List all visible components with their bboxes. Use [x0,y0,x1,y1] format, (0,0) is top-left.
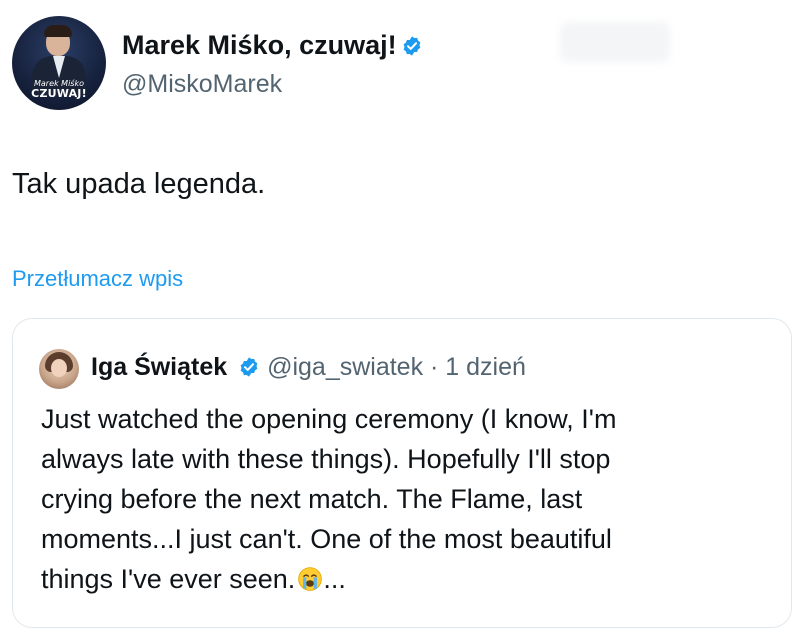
blurred-area [560,22,670,62]
quoted-verified-badge-icon [240,357,258,377]
loudly-crying-face-emoji-icon [298,567,323,591]
quoted-tweet-card[interactable]: Iga Świątek @iga_swiatek · 1 dzień Just … [12,318,792,628]
author-avatar[interactable]: Marek Miśko CZUWAJ! [12,16,106,110]
quoted-text-ellipsis: ... [323,564,346,594]
quoted-text-line-last: things I've ever seen. ... [41,559,771,599]
quoted-text-line: always late with these things). Hopefull… [41,444,611,474]
author-name-text: Marek Miśko, czuwaj! [122,30,397,60]
tweet-screenshot: Marek Miśko CZUWAJ! Marek Miśko, czuwaj!… [0,0,805,633]
translate-link[interactable]: Przetłumacz wpis [12,266,183,292]
tweet-text: Tak upada legenda. [12,168,266,200]
quoted-text-line: moments...I just can't. One of the most … [41,524,612,554]
quoted-author-avatar[interactable] [39,349,79,389]
avatar-caption-line2: CZUWAJ! [31,87,87,100]
author-handle[interactable]: @MiskoMarek [122,70,282,99]
quoted-tweet-meta: @iga_swiatek · 1 dzień [267,353,526,381]
author-name[interactable]: Marek Miśko, czuwaj! [122,30,423,61]
verified-badge-icon [403,36,420,56]
quoted-tweet-header: Iga Świątek @iga_swiatek · 1 dzień [91,353,526,382]
quoted-text-line: things I've ever seen. [41,564,296,594]
quoted-tweet-text: Just watched the opening ceremony (I kno… [41,399,771,599]
quoted-author-name[interactable]: Iga Świątek [91,353,227,381]
avatar-caption: Marek Miśko CZUWAJ! [12,80,106,100]
quoted-text-line: crying before the next match. The Flame,… [41,484,583,514]
quoted-text-line: Just watched the opening ceremony (I kno… [41,404,617,434]
